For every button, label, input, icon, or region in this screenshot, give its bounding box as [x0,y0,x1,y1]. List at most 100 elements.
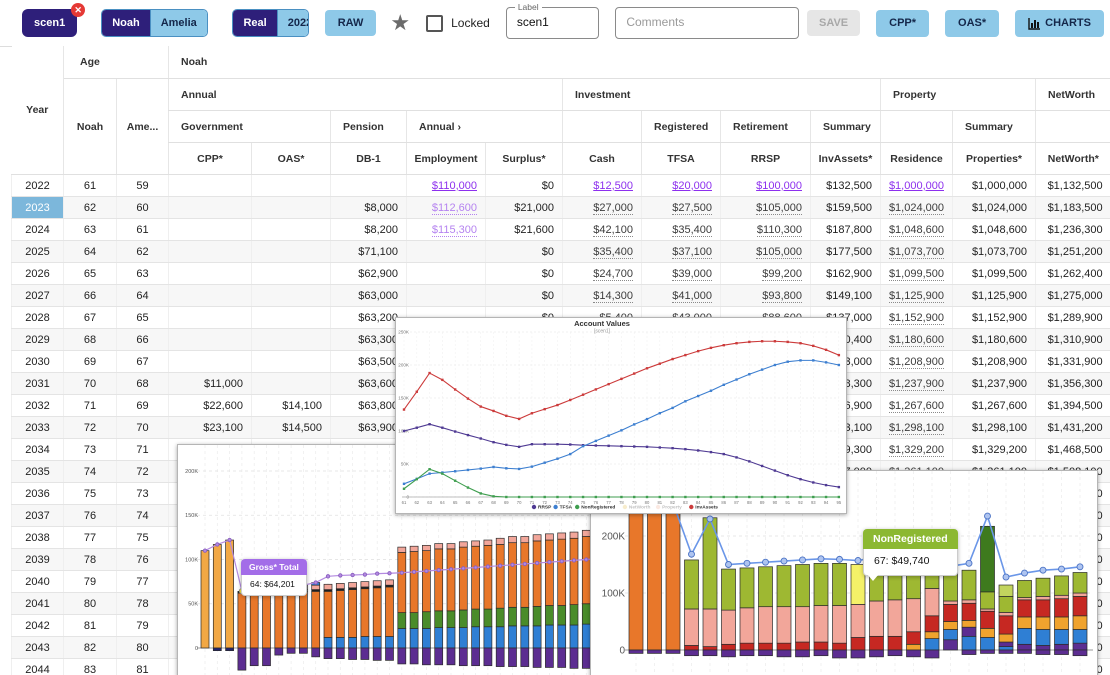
value-cell[interactable]: $35,400 [642,219,721,241]
legend-item-networth[interactable]: NetWorth [623,505,651,511]
value-cell[interactable]: $1,099,500 [881,263,953,285]
editable-value-link[interactable]: $1,048,600 [889,224,944,237]
year-cell[interactable]: 2030 [12,351,64,373]
value-cell[interactable]: $14,300 [563,285,642,307]
legend-item-invassets[interactable]: InvAssets [689,505,718,511]
locked-checkbox[interactable] [426,15,443,32]
col-db1[interactable]: DB-1 [331,143,407,175]
value-cell[interactable]: $105,000 [721,241,811,263]
year-cell[interactable]: 2028 [12,307,64,329]
editable-value-link[interactable]: $39,000 [672,268,712,281]
year-cell[interactable]: 2038 [12,527,64,549]
editable-value-link[interactable]: $27,500 [672,202,712,215]
value-cell[interactable]: $1,152,900 [881,307,953,329]
editable-value-link[interactable]: $1,208,900 [889,356,944,369]
value-cell[interactable]: $1,208,900 [881,351,953,373]
tab-2022-dollars[interactable]: 2022 $ [277,10,309,36]
value-cell[interactable]: $1,180,600 [881,329,953,351]
year-cell[interactable]: 2031 [12,373,64,395]
value-cell[interactable]: $99,200 [721,263,811,285]
value-cell[interactable]: $41,000 [642,285,721,307]
value-cell[interactable]: $1,024,000 [881,197,953,219]
col-age-amelia[interactable]: Ame... [117,79,169,175]
col-networth[interactable]: NetWorth* [1036,143,1110,175]
editable-value-link[interactable]: $27,000 [593,202,633,215]
year-cell[interactable]: 2024 [12,219,64,241]
value-cell[interactable]: $1,267,600 [881,395,953,417]
editable-value-link[interactable]: $41,000 [672,290,712,303]
editable-value-link[interactable]: $1,267,600 [889,400,944,413]
year-cell[interactable]: 2026 [12,263,64,285]
legend-item-property[interactable]: Property [656,505,682,511]
editable-value-link[interactable]: $1,125,900 [889,290,944,303]
editable-value-link[interactable]: $110,000 [432,180,477,192]
year-cell[interactable]: 2023 [12,197,64,219]
editable-value-link[interactable]: $1,237,900 [889,378,944,391]
comments-input[interactable] [616,8,798,36]
col-invassets[interactable]: InvAssets* [811,143,881,175]
value-cell[interactable]: $100,000 [721,175,811,197]
year-cell[interactable]: 2027 [12,285,64,307]
col-rrsp[interactable]: RRSP [721,143,811,175]
value-cell[interactable]: $105,000 [721,197,811,219]
editable-value-link[interactable]: $99,200 [762,268,802,281]
editable-value-link[interactable]: $14,300 [593,290,633,303]
editable-value-link[interactable]: $1,298,100 [889,422,944,435]
year-cell[interactable]: 2032 [12,395,64,417]
editable-value-link[interactable]: $100,000 [756,180,802,192]
year-cell[interactable]: 2040 [12,571,64,593]
editable-value-link[interactable]: $110,300 [757,224,802,237]
editable-value-link[interactable]: $20,000 [672,180,712,192]
group-annual-link[interactable]: Annual › [407,111,563,143]
tab-noah[interactable]: Noah [102,10,150,36]
value-cell[interactable]: $27,000 [563,197,642,219]
value-cell[interactable]: $39,000 [642,263,721,285]
scenario-tab[interactable]: scen1 ✕ [22,9,77,37]
col-cash[interactable]: Cash [563,143,642,175]
star-icon[interactable]: ★ [390,12,410,34]
value-cell[interactable]: $1,125,900 [881,285,953,307]
editable-value-link[interactable]: $105,000 [756,202,802,215]
value-cell[interactable]: $110,300 [721,219,811,241]
editable-value-link[interactable]: $93,800 [762,290,802,303]
value-cell[interactable]: $42,100 [563,219,642,241]
legend-item-nonregistered[interactable]: NonRegistered [575,505,615,511]
editable-value-link[interactable]: $1,329,200 [889,444,944,457]
year-cell[interactable]: 2034 [12,439,64,461]
year-cell[interactable]: 2039 [12,549,64,571]
year-cell[interactable]: 2043 [12,637,64,659]
value-cell[interactable]: $1,298,100 [881,417,953,439]
value-cell[interactable]: $115,300 [407,219,486,241]
value-cell[interactable]: $1,048,600 [881,219,953,241]
col-surplus[interactable]: Surplus* [486,143,563,175]
label-input[interactable] [507,8,599,36]
tab-joint[interactable]: Joint [207,10,209,36]
value-cell[interactable]: $112,600 [407,197,486,219]
editable-value-link[interactable]: $105,000 [756,246,802,259]
save-button[interactable]: SAVE [807,10,860,36]
legend-item-tfsa[interactable]: TFSA [553,505,572,511]
col-oas[interactable]: OAS* [252,143,331,175]
editable-value-link[interactable]: $1,152,900 [889,312,944,325]
editable-value-link[interactable]: $37,100 [672,246,712,259]
year-cell[interactable]: 2044 [12,659,64,675]
col-residence[interactable]: Residence [881,143,953,175]
editable-value-link[interactable]: $1,024,000 [889,202,944,215]
col-employment[interactable]: Employment [407,143,486,175]
year-cell[interactable]: 2037 [12,505,64,527]
col-tfsa[interactable]: TFSA [642,143,721,175]
col-year-header[interactable]: Year [12,46,64,175]
value-cell[interactable]: $110,000 [407,175,486,197]
editable-value-link[interactable]: $1,073,700 [889,246,944,259]
value-cell[interactable]: $35,400 [563,241,642,263]
tab-real-dollars[interactable]: Real $ [233,10,276,36]
year-cell[interactable]: 2029 [12,329,64,351]
value-cell[interactable]: $1,073,700 [881,241,953,263]
value-cell[interactable]: $37,100 [642,241,721,263]
editable-value-link[interactable]: $112,600 [432,202,477,215]
editable-value-link[interactable]: $1,099,500 [889,268,944,281]
charts-button[interactable]: CHARTS [1015,10,1104,37]
legend-item-rrsp[interactable]: RRSP [532,505,552,511]
value-cell[interactable]: $1,329,200 [881,439,953,461]
col-age-noah[interactable]: Noah [64,79,117,175]
